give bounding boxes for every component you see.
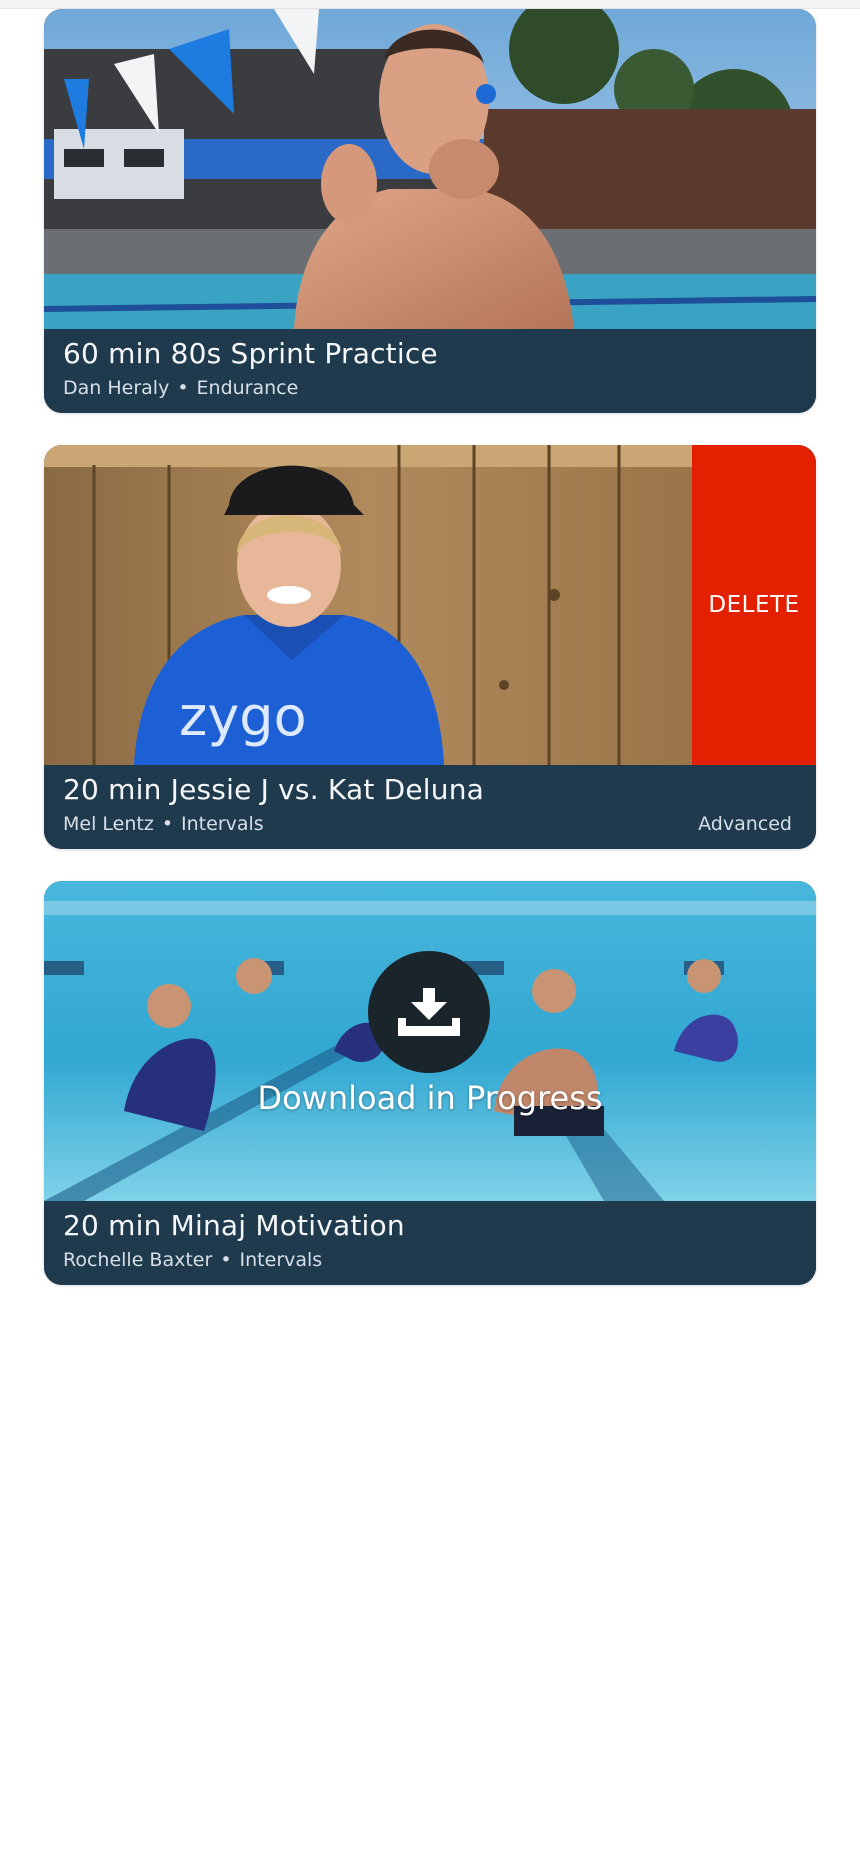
workout-thumbnail: Download in Progress xyxy=(44,881,816,1201)
workout-category: Endurance xyxy=(196,377,299,399)
workout-category: Intervals xyxy=(239,1249,323,1271)
workout-card[interactable]: zygo DELETE 20 min Jessie J vs. Kat Delu… xyxy=(44,445,816,849)
workout-title: 20 min Minaj Motivation xyxy=(63,1209,405,1242)
workout-info: 20 min Minaj Motivation Rochelle Baxter •… xyxy=(44,1201,816,1285)
workout-title: 20 min Jessie J vs. Kat Deluna xyxy=(63,773,485,806)
workout-thumbnail: zygo DELETE xyxy=(44,445,816,765)
workout-meta: Rochelle Baxter • Intervals xyxy=(63,1249,322,1271)
download-status: Download in Progress xyxy=(257,1079,603,1117)
workout-title: 60 min 80s Sprint Practice xyxy=(63,337,438,370)
workout-list: 60 min 80s Sprint Practice Dan Heraly • En… xyxy=(44,9,816,1317)
workout-level: Advanced xyxy=(698,813,792,835)
meta-separator: • xyxy=(220,1249,232,1271)
delete-button[interactable]: DELETE xyxy=(692,445,816,765)
hoodie-logo: zygo xyxy=(179,685,307,748)
meta-separator: • xyxy=(177,377,189,399)
workout-card[interactable]: 60 min 80s Sprint Practice Dan Heraly • En… xyxy=(44,9,816,413)
workout-info: 60 min 80s Sprint Practice Dan Heraly • En… xyxy=(44,329,816,413)
meta-separator: • xyxy=(161,813,174,835)
status-strip xyxy=(0,0,860,9)
workout-category: Intervals xyxy=(181,813,264,835)
download-button[interactable] xyxy=(368,951,490,1073)
workout-meta: Dan Heraly • Endurance xyxy=(63,377,298,399)
coach-name: Dan Heraly xyxy=(63,377,170,399)
coach-name: Mel Lentz xyxy=(63,813,154,835)
workout-meta: Mel Lentz • Intervals xyxy=(63,813,264,835)
workout-thumbnail xyxy=(44,9,816,329)
download-icon xyxy=(398,988,460,1036)
coach-name: Rochelle Baxter xyxy=(63,1249,213,1271)
workout-card[interactable]: Download in Progress 20 min Minaj Motiva… xyxy=(44,881,816,1285)
workout-info: 20 min Jessie J vs. Kat Deluna Mel Lentz… xyxy=(44,765,816,849)
